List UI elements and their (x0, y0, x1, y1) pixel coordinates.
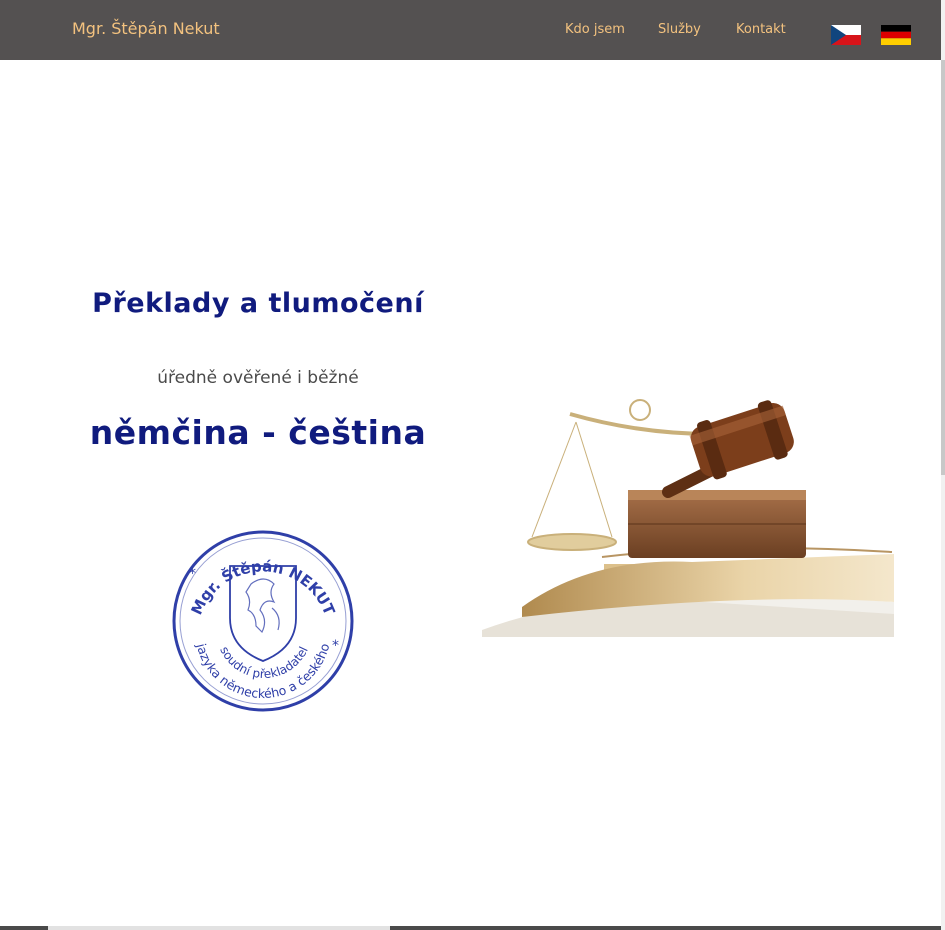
scrollbar-thumb[interactable] (941, 60, 945, 475)
coat-of-arms-shield-icon (229, 565, 297, 662)
page-title: Překlady a tlumočení (92, 288, 424, 319)
german-flag-icon[interactable] (881, 25, 911, 45)
nav-kdo-jsem[interactable]: Kdo jsem (565, 22, 625, 37)
svg-text:*: * (189, 566, 196, 582)
svg-text:*: * (332, 638, 339, 654)
gavel-scales-books-image (482, 399, 894, 637)
top-navbar: Mgr. Štěpán Nekut Kdo jsem Služby Kontak… (0, 0, 941, 60)
translator-seal-stamp: Mgr. Štěpán NEKUT soudní překladatel jaz… (172, 530, 354, 712)
nav-sluzby[interactable]: Služby (658, 22, 701, 37)
page-subtitle: úředně ověřené i běžné (157, 368, 359, 388)
czech-flag-icon[interactable] (831, 25, 861, 45)
language-pair-heading: němčina - čeština (89, 413, 427, 452)
nav-kontakt[interactable]: Kontakt (736, 22, 786, 37)
bottom-strip-highlight (48, 926, 390, 930)
brand-link[interactable]: Mgr. Štěpán Nekut (72, 19, 220, 38)
